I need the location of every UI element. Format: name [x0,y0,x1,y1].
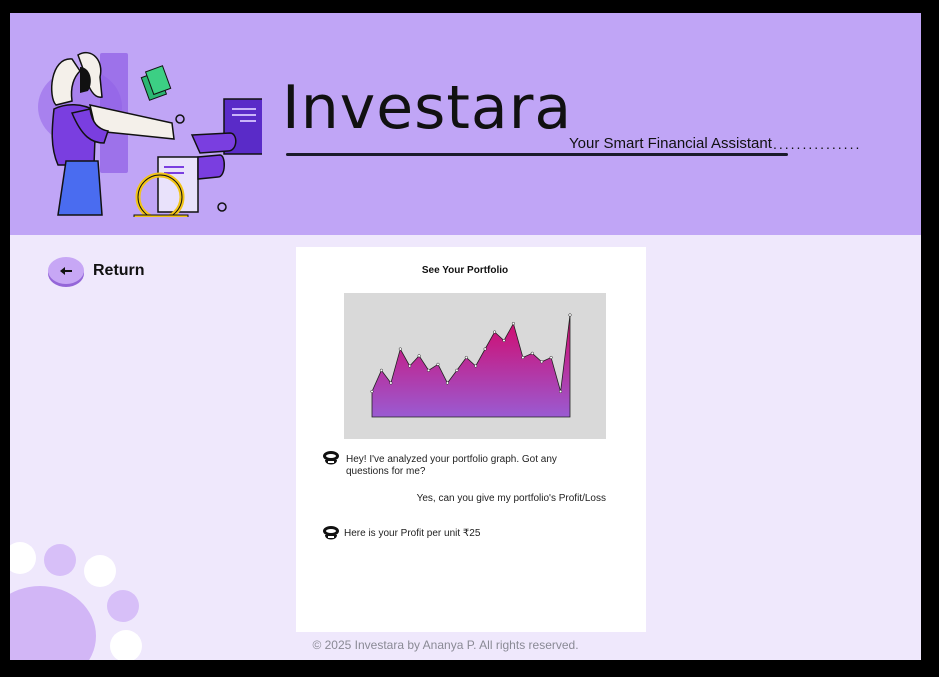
chart-area [371,314,571,418]
chart-point [549,355,553,360]
bot-message: Here is your Profit per unit ₹25 [344,528,481,539]
chart-point [436,362,440,366]
chart-point [568,313,572,317]
chart-point [540,360,544,364]
chart-point [530,351,534,355]
return-button[interactable]: Return [48,257,145,284]
chart-point [379,368,383,372]
chart-point [493,330,497,334]
chart-point [389,381,393,385]
chart-point [427,368,431,372]
portfolio-chart-svg [370,313,572,418]
chart-point [464,355,468,360]
return-label[interactable]: Return [93,262,145,280]
user-message: Yes, can you give my portfolio's Profit/… [416,493,606,504]
footer: © 2025 Investara by Ananya P. All rights… [10,638,921,652]
chart-point [398,347,402,351]
chart-point [370,389,374,394]
app-frame: Investara Your Smart Financial Assistant… [10,13,921,660]
chart-point [502,338,506,343]
footer-text: © 2025 Investara by Ananya P. All rights… [312,638,579,652]
brand-underline [286,153,788,156]
chart-point [511,321,515,326]
chart-point [559,389,563,394]
chart-point [417,354,421,358]
tagline-dots: ............... [773,136,862,152]
portfolio-chart [344,293,606,439]
chart-point [408,364,412,368]
brand-tagline: Your Smart Financial Assistant [569,135,772,152]
bot-message: Hey! I've analyzed your portfolio graph.… [346,454,557,477]
finance-illustration [38,52,262,217]
bot-avatar-icon [323,451,339,465]
arrow-left-icon [60,266,72,275]
bot-avatar-icon [323,526,339,540]
return-circle[interactable] [48,257,84,284]
chart-point [483,347,487,351]
chart-point [521,355,525,360]
chart-point [455,368,459,372]
portfolio-card: See Your Portfolio Hey! I've analyzed yo… [296,247,646,632]
header-banner: Investara Your Smart Financial Assistant… [10,13,921,235]
portfolio-title: See Your Portfolio [421,265,509,276]
chart-point [445,381,449,385]
brand-title: Investara [282,73,573,143]
chart-point [474,364,478,368]
